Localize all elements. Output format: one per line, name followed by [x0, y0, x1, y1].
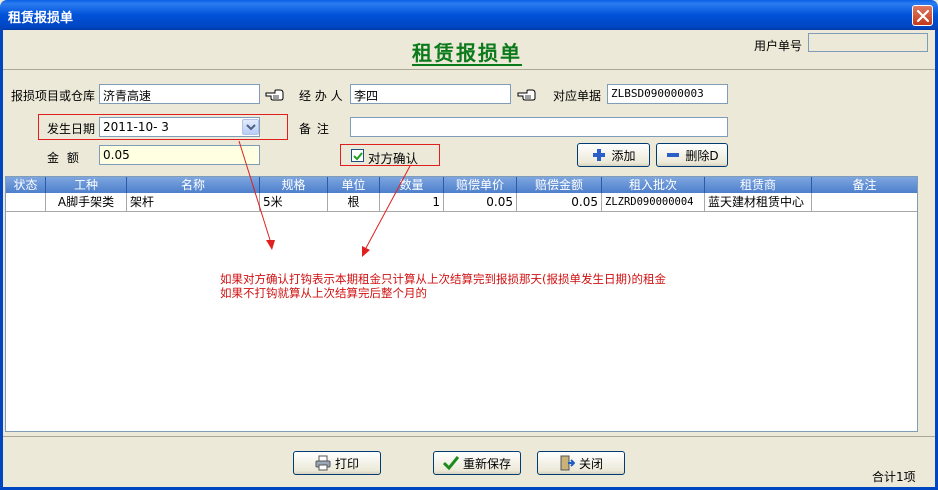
total-count: 合计1项 — [872, 470, 916, 484]
exit-door-icon — [559, 455, 576, 471]
checkmark-icon — [442, 455, 460, 471]
resave-button[interactable]: 重新保存 — [433, 451, 521, 475]
resave-button-label: 重新保存 — [462, 456, 511, 471]
printer-icon — [315, 455, 331, 471]
print-button[interactable]: 打印 — [293, 451, 381, 475]
arrow-line-confirm — [365, 165, 411, 249]
annotation-line-1: 如果对方确认打钩表示本期租金只计算从上次结算完到报损那天(报损单发生日期)的租金 — [220, 272, 666, 286]
annotation-arrows — [238, 140, 411, 257]
close-button-label: 关闭 — [578, 456, 603, 471]
close-button[interactable]: 关闭 — [537, 451, 625, 475]
print-button-label: 打印 — [334, 456, 359, 471]
arrow-line-date — [238, 140, 271, 241]
arrow-head-date — [266, 240, 275, 250]
annotation-note: 如果对方确认打钩表示本期租金只计算从上次结算完到报损那天(报损单发生日期)的租金… — [220, 272, 666, 300]
annotation-line-2: 如果不打钩就算从上次结算完后整个月的 — [220, 286, 427, 300]
